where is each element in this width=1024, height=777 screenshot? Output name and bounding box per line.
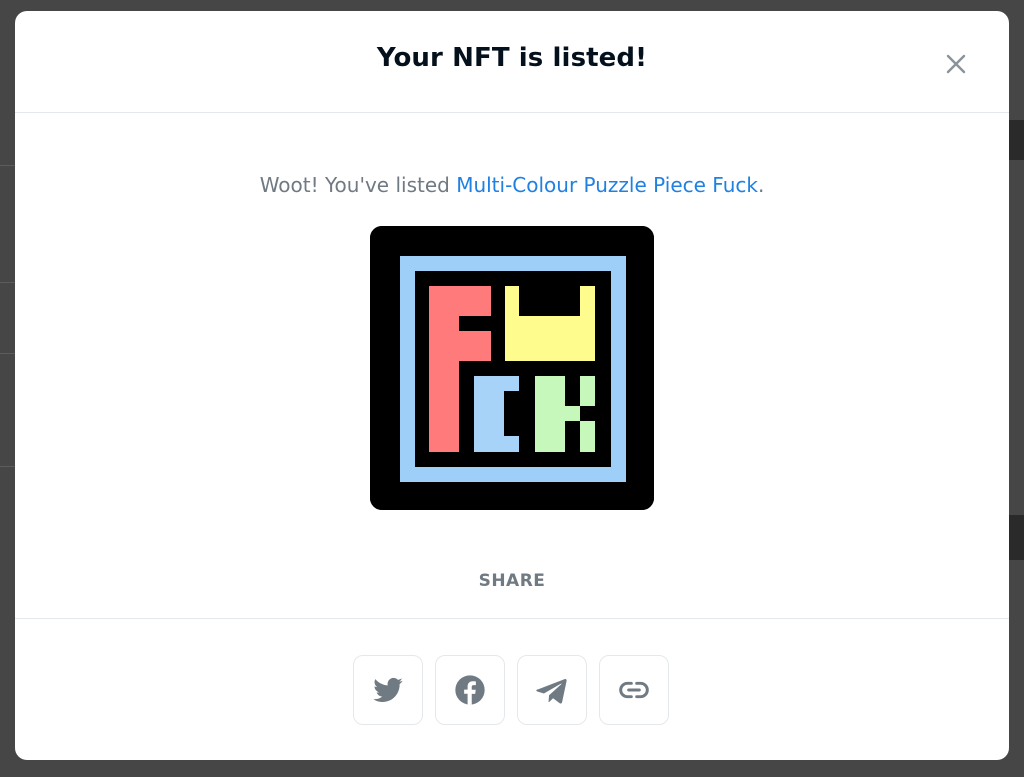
message-suffix: .: [757, 173, 765, 197]
listing-message: Woot! You've listed Multi-Colour Puzzle …: [15, 173, 1009, 197]
twitter-icon: [373, 677, 403, 702]
close-button[interactable]: [941, 49, 971, 79]
facebook-icon: [455, 675, 485, 705]
modal-title: Your NFT is listed!: [376, 43, 648, 73]
close-icon: [946, 54, 966, 74]
listing-success-modal: Your NFT is listed! Woot! You've listed …: [15, 11, 1009, 760]
message-prefix: Woot! You've listed: [259, 173, 457, 197]
link-icon: [619, 681, 649, 699]
modal-header: Your NFT is listed!: [15, 11, 1009, 113]
nft-name-link[interactable]: Multi-Colour Puzzle Piece Fuck: [456, 173, 758, 197]
share-telegram-button[interactable]: [517, 655, 587, 725]
share-facebook-button[interactable]: [435, 655, 505, 725]
share-label: SHARE: [478, 571, 546, 591]
share-divider: [15, 618, 1009, 619]
share-button-row: [353, 655, 669, 725]
nft-image: [370, 226, 654, 510]
copy-link-button[interactable]: [599, 655, 669, 725]
telegram-icon: [536, 678, 567, 704]
share-twitter-button[interactable]: [353, 655, 423, 725]
